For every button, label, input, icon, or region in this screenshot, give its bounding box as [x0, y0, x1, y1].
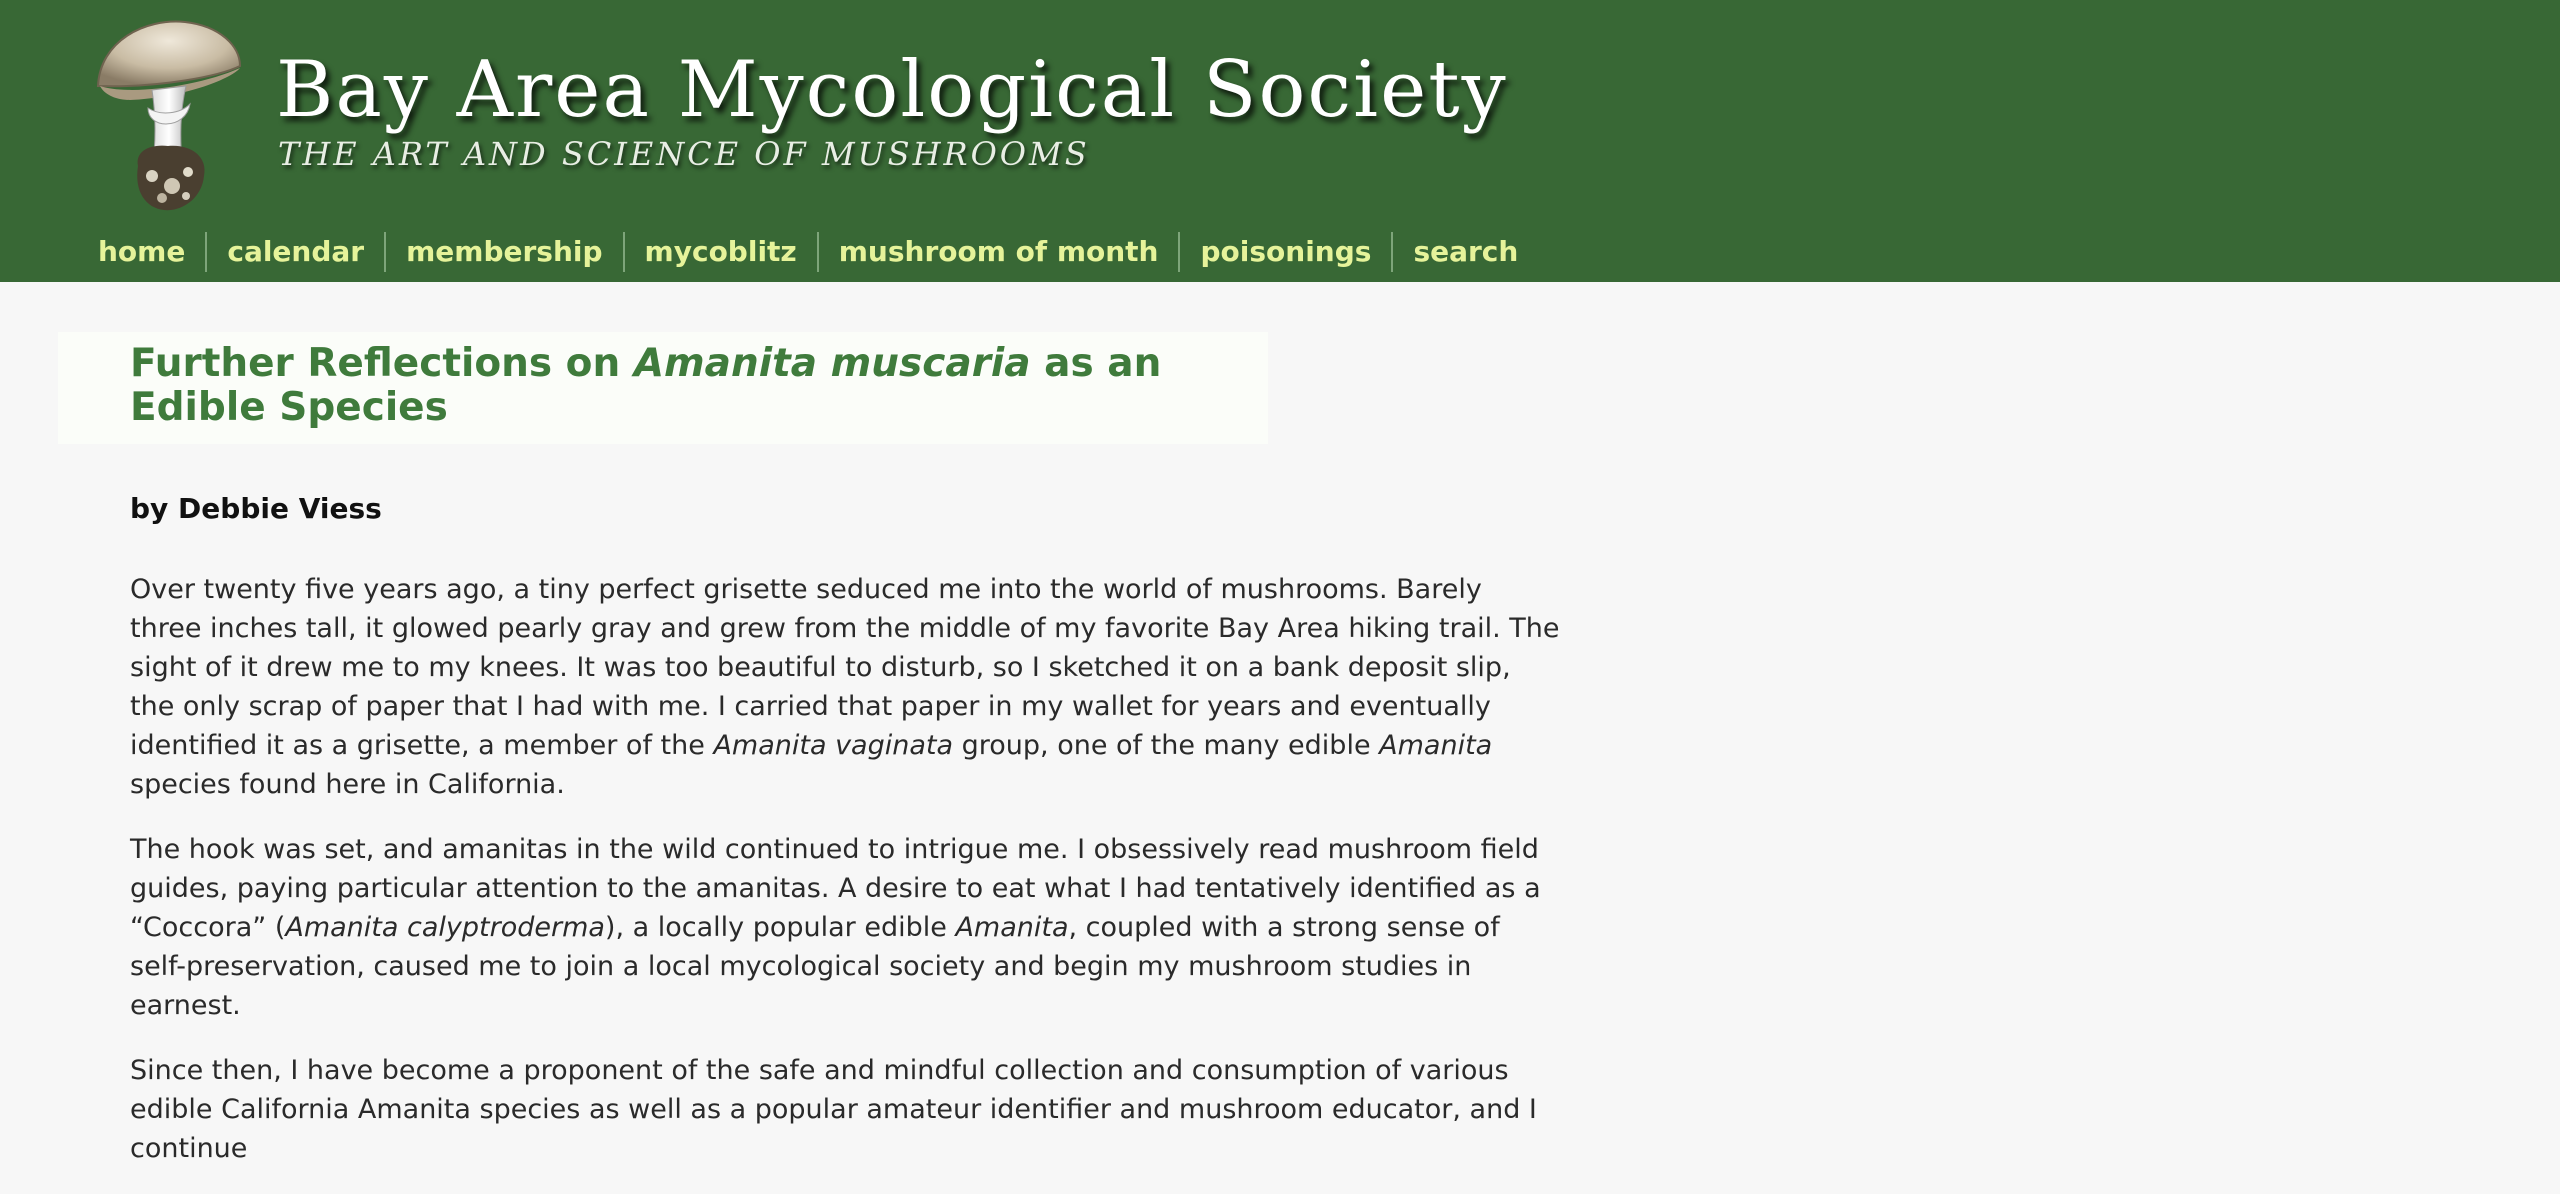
nav-home-link[interactable]: home — [80, 232, 205, 272]
nav-poisonings-link[interactable]: poisonings — [1178, 232, 1391, 272]
nav-search-link[interactable]: search — [1391, 232, 1538, 272]
article-title-box: Further Reflections on Amanita muscaria … — [58, 332, 1268, 444]
site-tagline: THE ART AND SCIENCE OF MUSHROOMS — [278, 135, 1090, 173]
article-paragraph-2: The hook was set, and amanitas in the wi… — [130, 834, 1541, 1021]
main-navigation: home calendar membership mycoblitz mushr… — [80, 232, 1538, 272]
article-title: Further Reflections on Amanita muscaria … — [130, 342, 1190, 430]
article-body: by Debbie Viess Over twenty five years a… — [130, 488, 1560, 1194]
nav-mycoblitz-link[interactable]: mycoblitz — [622, 232, 817, 272]
site-header: Bay Area Mycological Society THE ART AND… — [0, 0, 2560, 282]
article-title-text-1: Further Reflections on — [130, 341, 634, 386]
mushroom-icon[interactable] — [90, 16, 252, 216]
article-paragraph-3: Since then, I have become a proponent of… — [130, 1055, 1537, 1164]
site-title: Bay Area Mycological Society — [276, 45, 1508, 135]
article-byline: by Debbie Viess — [130, 492, 382, 525]
article-title-species: Amanita muscaria — [633, 341, 1031, 386]
nav-calendar-link[interactable]: calendar — [205, 232, 384, 272]
nav-membership-link[interactable]: membership — [384, 232, 622, 272]
article-paragraph-1: Over twenty five years ago, a tiny perfe… — [130, 574, 1560, 800]
nav-mushroom-of-month-link[interactable]: mushroom of month — [816, 232, 1179, 272]
